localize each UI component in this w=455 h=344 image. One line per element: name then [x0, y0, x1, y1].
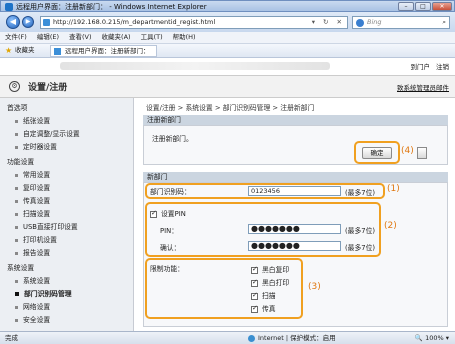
restrict-fax[interactable]: 传真 [251, 303, 276, 313]
browser-tab[interactable]: 远程用户界面：注册新部门： [50, 45, 157, 57]
security-zone: Internet | 保护模式：启用 [248, 332, 336, 344]
sidebar-section-function: 功能设置 [7, 158, 35, 166]
search-icon[interactable]: ⌕ [442, 17, 446, 28]
menu-edit[interactable]: 编辑(E) [32, 32, 64, 43]
dept-id-label: 部门识别码： [150, 188, 191, 196]
menu-favorites[interactable]: 收藏夹(A) [97, 32, 136, 43]
fax-checkbox[interactable] [251, 304, 258, 313]
pin-hint: (最多7位) [345, 227, 376, 235]
register-panel: 注册新部门。 [143, 125, 448, 165]
menu-help[interactable]: 帮助(H) [168, 32, 201, 43]
favorites-button[interactable]: 收藏夹 [15, 44, 35, 57]
bw-print-checkbox[interactable] [251, 278, 258, 287]
dept-id-input[interactable]: 0123456 [248, 186, 341, 196]
sidebar-item-security[interactable]: 安全设置 [15, 314, 50, 324]
top-links: 到门户 注销 [405, 61, 450, 71]
star-icon[interactable]: ★ [5, 44, 12, 57]
url-input[interactable]: http://192.168.0.215/m_departmentid_regi… [40, 16, 348, 29]
confirm-label: 确认： [160, 244, 181, 252]
sidebar-item-fax[interactable]: 传真设置 [15, 195, 50, 205]
sidebar-section-preferences: 首选项 [7, 104, 28, 112]
status-bar: 完成 Internet | 保护模式：启用 🔍 100% ▾ [0, 331, 455, 344]
menu-file[interactable]: 文件(F) [0, 32, 32, 43]
close-button[interactable]: ✕ [432, 2, 452, 11]
window-titlebar: 远程用户界面：注册新部门： - Windows Internet Explore… [0, 0, 455, 12]
admin-mail-link[interactable]: 致系统管理员邮件 [397, 82, 449, 92]
product-banner: 到门户 注销 [0, 58, 455, 76]
restrict-bw-copy[interactable]: 黑白复印 [251, 264, 289, 274]
cancel-button[interactable] [417, 147, 427, 159]
sidebar: 首选项 纸张设置 自定调整/显示设置 定时器设置 功能设置 常用设置 复印设置 … [0, 98, 134, 331]
page-header: ⚙ 设置/注册 致系统管理员邮件 [0, 76, 455, 98]
bw-copy-checkbox[interactable] [251, 265, 258, 274]
sidebar-item-report[interactable]: 报告设置 [15, 247, 50, 257]
pin-label: PIN： [160, 227, 178, 235]
logout-link[interactable]: 注销 [436, 63, 449, 71]
settings-icon: ⚙ [9, 81, 20, 92]
address-toolbar: ◀ ▶ http://192.168.0.215/m_departmentid_… [0, 12, 455, 32]
register-message: 注册新部门。 [152, 135, 193, 143]
page-title: 设置/注册 [28, 83, 68, 93]
sidebar-item-system[interactable]: 系统设置 [15, 275, 50, 285]
ie-icon [5, 3, 13, 11]
sidebar-item-usb-print[interactable]: USB直接打印设置 [15, 221, 78, 231]
callout-label-2: (2) [384, 221, 397, 231]
minimize-button[interactable]: – [398, 2, 414, 11]
sidebar-item-copy[interactable]: 复印设置 [15, 182, 50, 192]
maximize-button[interactable]: □ [415, 2, 431, 11]
sidebar-item-dept-id[interactable]: 部门识别码管理 [15, 288, 72, 298]
sidebar-item-scan[interactable]: 扫描设置 [15, 208, 50, 218]
bing-icon [356, 19, 364, 27]
ok-button[interactable]: 确定 [362, 147, 392, 159]
globe-icon [248, 334, 255, 342]
sidebar-item-common[interactable]: 常用设置 [15, 169, 50, 179]
sidebar-item-timer[interactable]: 定时器设置 [15, 141, 57, 151]
sidebar-item-paper[interactable]: 纸张设置 [15, 115, 50, 125]
sidebar-item-display[interactable]: 自定调整/显示设置 [15, 128, 80, 138]
register-panel-head: 注册新部门 [143, 115, 448, 125]
refresh-stop-controls[interactable]: ▾ ↻ ✕ [312, 17, 345, 28]
callout-label-4: (4) [401, 146, 414, 156]
main-content: 设置/注册 > 系统设置 > 部门识别码管理 > 注册新部门 注册新部门 注册新… [140, 98, 451, 331]
favorites-bar: ★ 收藏夹 远程用户界面：注册新部门： [0, 44, 455, 58]
scan-checkbox[interactable] [251, 291, 258, 300]
status-text: 完成 [5, 334, 18, 342]
breadcrumb: 设置/注册 > 系统设置 > 部门识别码管理 > 注册新部门 [146, 104, 315, 112]
zoom-level[interactable]: 🔍 100% ▾ [415, 332, 449, 344]
menu-tools[interactable]: 工具(T) [136, 32, 168, 43]
callout-label-3: (3) [308, 282, 321, 292]
tab-page-icon [54, 48, 61, 55]
page-icon [43, 19, 50, 26]
restrict-scan[interactable]: 扫描 [251, 290, 276, 300]
confirm-hint: (最多7位) [345, 244, 376, 252]
menu-bar: 文件(F) 编辑(E) 查看(V) 收藏夹(A) 工具(T) 帮助(H) [0, 32, 455, 44]
restrict-bw-print[interactable]: 黑白打印 [251, 277, 289, 287]
back-button[interactable]: ◀ [6, 15, 20, 29]
forward-button[interactable]: ▶ [22, 16, 34, 28]
confirm-input[interactable]: ●●●●●●● [248, 241, 341, 251]
sidebar-item-network[interactable]: 网络设置 [15, 301, 50, 311]
set-pin-checkbox[interactable] [150, 209, 157, 218]
menu-view[interactable]: 查看(V) [64, 32, 97, 43]
dept-panel-head: 新部门 [143, 172, 448, 182]
window-title: 远程用户界面：注册新部门： - Windows Internet Explore… [16, 3, 207, 11]
set-pin-label: 设置PIN [161, 210, 186, 218]
callout-label-1: (1) [387, 184, 400, 194]
sidebar-item-printer[interactable]: 打印机设置 [15, 234, 57, 244]
set-pin-row: 设置PIN [150, 208, 186, 218]
search-input[interactable]: Bing ⌕ [352, 16, 450, 29]
blurred-banner [60, 62, 330, 70]
pin-input[interactable]: ●●●●●●● [248, 224, 341, 234]
portal-link[interactable]: 到门户 [411, 63, 431, 71]
sidebar-section-system: 系统设置 [7, 264, 35, 272]
dept-id-hint: (最多7位) [345, 189, 376, 197]
